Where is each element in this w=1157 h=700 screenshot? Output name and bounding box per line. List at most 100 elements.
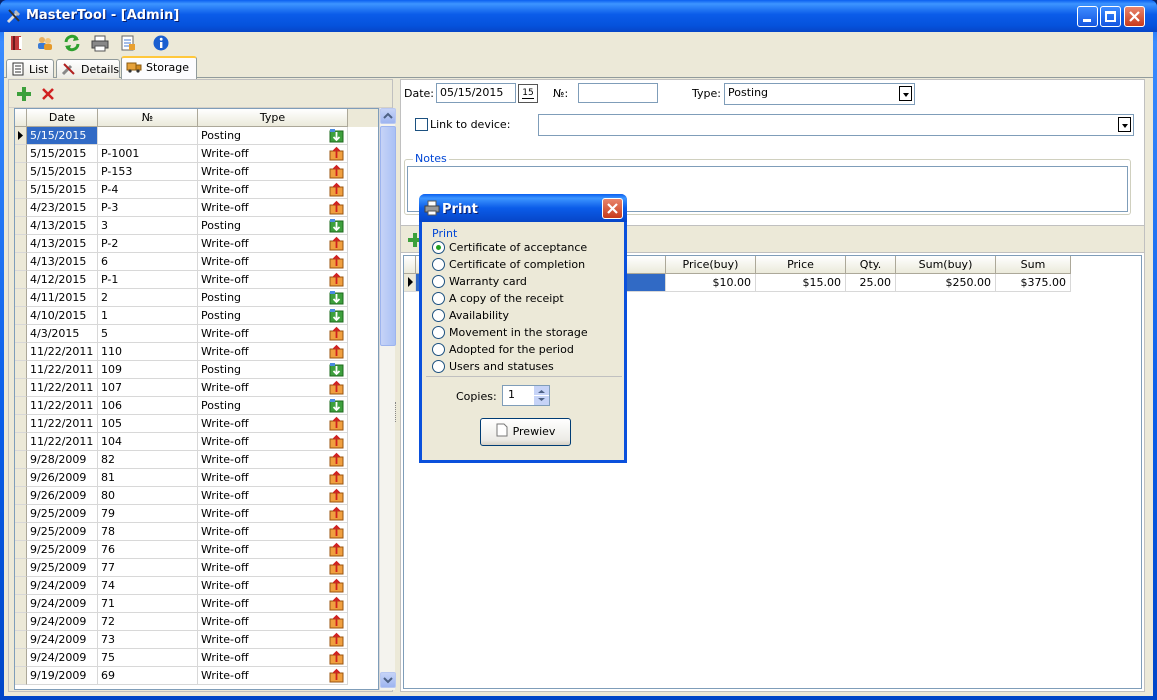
date-field[interactable]: 05/15/2015 [436, 83, 516, 103]
date-cell[interactable]: 11/22/2011 [27, 415, 98, 433]
table-row[interactable]: 9/19/2009 69 Write-off [15, 667, 378, 685]
table-row[interactable]: 11/22/2011 109 Posting [15, 361, 378, 379]
type-cell[interactable]: Write-off [198, 487, 348, 505]
row-header[interactable] [15, 649, 27, 667]
number-cell[interactable]: P-4 [98, 181, 198, 199]
item-price-cell[interactable]: $15.00 [756, 274, 846, 292]
table-row[interactable]: 9/24/2009 71 Write-off [15, 595, 378, 613]
row-header[interactable] [15, 469, 27, 487]
row-header[interactable] [15, 433, 27, 451]
type-cell[interactable]: Write-off [198, 415, 348, 433]
type-cell[interactable]: Write-off [198, 343, 348, 361]
table-row[interactable]: 9/25/2009 78 Write-off [15, 523, 378, 541]
date-cell[interactable]: 9/19/2009 [27, 667, 98, 685]
row-header[interactable] [15, 559, 27, 577]
date-cell[interactable]: 9/28/2009 [27, 451, 98, 469]
radio-button[interactable] [432, 309, 445, 322]
date-cell[interactable]: 5/15/2015 [27, 145, 98, 163]
number-cell[interactable]: 80 [98, 487, 198, 505]
type-cell[interactable]: Write-off [198, 181, 348, 199]
table-row[interactable]: 11/22/2011 104 Write-off [15, 433, 378, 451]
table-row[interactable]: 9/24/2009 74 Write-off [15, 577, 378, 595]
type-select[interactable]: Posting [724, 83, 915, 105]
column-header-price[interactable]: Price [756, 256, 846, 274]
date-cell[interactable]: 9/24/2009 [27, 577, 98, 595]
row-header[interactable] [15, 523, 27, 541]
item-price-buy-cell[interactable]: $10.00 [666, 274, 756, 292]
table-row[interactable]: 11/22/2011 110 Write-off [15, 343, 378, 361]
book-icon[interactable] [8, 34, 26, 52]
number-cell[interactable]: P-2 [98, 235, 198, 253]
table-row[interactable]: 5/15/2015 P-153 Write-off [15, 163, 378, 181]
print-dialog-close-button[interactable] [602, 198, 623, 219]
column-header-date[interactable]: Date [27, 109, 98, 127]
column-header-qty[interactable]: Qty. [846, 256, 896, 274]
splitter[interactable] [395, 402, 398, 422]
preview-button[interactable]: Prewiev [480, 418, 571, 446]
number-cell[interactable]: 79 [98, 505, 198, 523]
printer-icon[interactable] [91, 34, 109, 52]
table-row[interactable]: 5/15/2015 P-4 Write-off [15, 181, 378, 199]
number-cell[interactable]: 2 [98, 289, 198, 307]
number-cell[interactable]: 81 [98, 469, 198, 487]
number-cell[interactable]: 82 [98, 451, 198, 469]
row-header[interactable] [15, 667, 27, 685]
table-row[interactable]: 4/13/2015 P-2 Write-off [15, 235, 378, 253]
radio-button[interactable] [432, 343, 445, 356]
date-cell[interactable]: 4/3/2015 [27, 325, 98, 343]
date-cell[interactable]: 11/22/2011 [27, 361, 98, 379]
type-cell[interactable]: Write-off [198, 613, 348, 631]
number-cell[interactable]: 1 [98, 307, 198, 325]
table-row[interactable]: 9/24/2009 73 Write-off [15, 631, 378, 649]
table-row[interactable]: 4/11/2015 2 Posting [15, 289, 378, 307]
table-row[interactable]: 4/13/2015 3 Posting [15, 217, 378, 235]
type-cell[interactable]: Write-off [198, 505, 348, 523]
date-cell[interactable]: 9/25/2009 [27, 541, 98, 559]
date-cell[interactable]: 9/25/2009 [27, 523, 98, 541]
row-header[interactable] [15, 541, 27, 559]
number-cell[interactable]: 107 [98, 379, 198, 397]
print-option[interactable]: Users and statuses [432, 359, 618, 376]
date-cell[interactable]: 4/13/2015 [27, 235, 98, 253]
print-option[interactable]: Warranty card [432, 274, 618, 291]
print-dialog-title-bar[interactable]: Print [419, 194, 627, 222]
type-cell[interactable]: Write-off [198, 253, 348, 271]
number-cell[interactable]: P-153 [98, 163, 198, 181]
type-cell[interactable]: Write-off [198, 451, 348, 469]
row-header[interactable] [15, 325, 27, 343]
row-header[interactable] [15, 289, 27, 307]
date-cell[interactable]: 4/10/2015 [27, 307, 98, 325]
table-row[interactable]: 11/22/2011 107 Write-off [15, 379, 378, 397]
maximize-button[interactable] [1100, 6, 1121, 27]
date-cell[interactable]: 11/22/2011 [27, 379, 98, 397]
number-cell[interactable]: P-1 [98, 271, 198, 289]
number-cell[interactable]: 109 [98, 361, 198, 379]
print-option[interactable]: Certificate of acceptance [432, 240, 618, 257]
number-cell[interactable]: 110 [98, 343, 198, 361]
table-row[interactable]: 11/22/2011 105 Write-off [15, 415, 378, 433]
date-cell[interactable]: 4/12/2015 [27, 271, 98, 289]
table-row[interactable]: 9/26/2009 81 Write-off [15, 469, 378, 487]
type-cell[interactable]: Write-off [198, 631, 348, 649]
date-cell[interactable]: 4/23/2015 [27, 199, 98, 217]
type-cell[interactable]: Posting [198, 127, 348, 145]
table-row[interactable]: 4/23/2015 P-3 Write-off [15, 199, 378, 217]
type-cell[interactable]: Write-off [198, 163, 348, 181]
date-cell[interactable]: 5/15/2015 [27, 181, 98, 199]
row-header[interactable] [15, 487, 27, 505]
date-cell[interactable]: 9/25/2009 [27, 505, 98, 523]
type-cell[interactable]: Posting [198, 217, 348, 235]
radio-button[interactable] [432, 258, 445, 271]
type-cell[interactable]: Write-off [198, 667, 348, 685]
title-bar[interactable]: MasterTool - [Admin] [0, 0, 1157, 32]
users-icon[interactable] [36, 34, 54, 52]
item-qty-cell[interactable]: 25.00 [846, 274, 896, 292]
type-cell[interactable]: Posting [198, 289, 348, 307]
number-cell[interactable]: 74 [98, 577, 198, 595]
number-cell[interactable]: 77 [98, 559, 198, 577]
print-option[interactable]: Availability [432, 308, 618, 325]
type-cell[interactable]: Write-off [198, 199, 348, 217]
row-header[interactable] [15, 199, 27, 217]
number-cell[interactable] [98, 127, 198, 145]
refresh-icon[interactable] [63, 34, 81, 52]
